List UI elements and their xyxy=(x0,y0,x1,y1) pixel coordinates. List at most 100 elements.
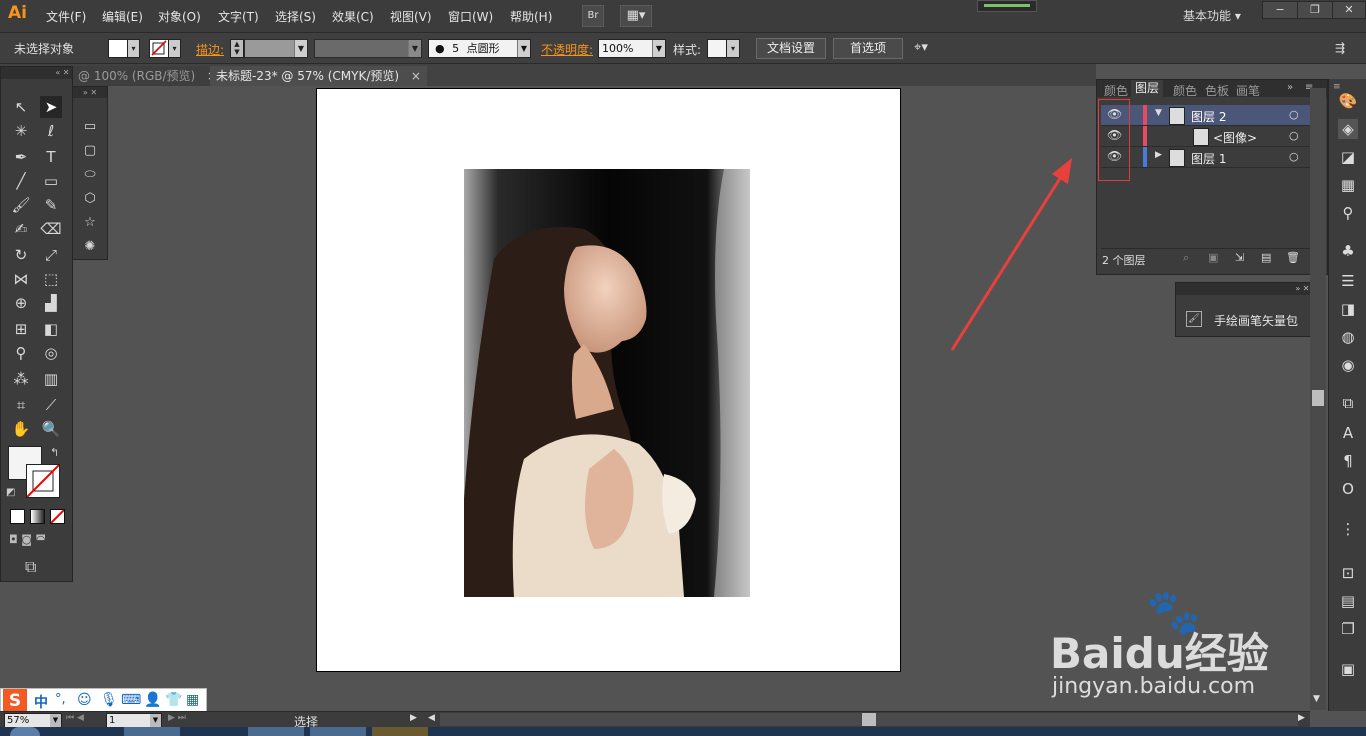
lasso-icon[interactable]: ℓ xyxy=(40,120,62,142)
toolbox-grid-icon[interactable]: ▦ xyxy=(186,692,199,708)
flare-icon[interactable]: ✺ xyxy=(79,236,101,258)
tab-swatches[interactable]: 色板 xyxy=(1205,82,1229,99)
menu-edit[interactable]: 编辑(E) xyxy=(102,8,143,25)
artboard-tool-icon[interactable]: ⌗ xyxy=(10,394,32,416)
paragraph-panel-icon[interactable]: ¶ xyxy=(1338,451,1358,471)
menu-window[interactable]: 窗口(W) xyxy=(448,8,493,25)
tab-brushes[interactable]: 画笔 xyxy=(1236,82,1260,99)
gradient-panel-icon[interactable]: ◨ xyxy=(1338,299,1358,319)
image-trace-icon[interactable]: ▣ xyxy=(1338,659,1358,679)
scroll-left-icon[interactable]: ◀ xyxy=(428,713,435,723)
stroke-swatch[interactable] xyxy=(149,39,169,58)
symbol-sprayer-icon[interactable]: ⁂ xyxy=(10,368,32,390)
color-guide-icon[interactable]: ◪ xyxy=(1338,147,1358,167)
fill-swatch[interactable] xyxy=(108,39,128,58)
paintbrush-icon[interactable]: 🖌 xyxy=(10,194,32,216)
layer-row[interactable]: 👁 ▶ 图层 1 ○ xyxy=(1101,147,1319,168)
stroke-dropdown-icon[interactable]: ▾ xyxy=(168,39,181,58)
user-icon[interactable]: 👤 xyxy=(144,692,161,708)
align-panel-icon[interactable]: ⋮ xyxy=(1338,519,1358,539)
tab-layers[interactable]: 图层 xyxy=(1131,80,1164,97)
none-mode-icon[interactable] xyxy=(50,509,65,524)
menu-type[interactable]: 文字(T) xyxy=(218,8,259,25)
ellipse-icon[interactable]: ⬭ xyxy=(79,164,101,186)
drawing-modes-icon[interactable]: ◘ ◙ ◚ xyxy=(9,533,65,547)
flyout-close-icon[interactable]: » ✕ xyxy=(73,87,107,98)
scrollbar-thumb[interactable] xyxy=(1312,390,1324,406)
placed-photo[interactable] xyxy=(464,169,750,597)
new-layer-icon[interactable]: ▤ xyxy=(1261,251,1271,264)
color-panel-icon[interactable]: 🎨 xyxy=(1338,91,1358,111)
shape-builder-icon[interactable]: ⊕ xyxy=(10,292,32,314)
artboards-panel-icon[interactable]: ▤ xyxy=(1338,591,1358,611)
perspective-grid-icon[interactable]: ▟ xyxy=(40,292,62,314)
page-field[interactable]: 1 ▼ xyxy=(106,713,162,728)
object-name[interactable]: <图像> xyxy=(1213,129,1257,146)
scroll-down-icon[interactable]: ▼ xyxy=(1313,694,1320,704)
delete-layer-icon[interactable]: 🗑 xyxy=(1286,251,1300,264)
brushes-panel-icon[interactable]: ⚲ xyxy=(1338,203,1358,223)
locate-object-icon[interactable]: ⌕ xyxy=(1183,251,1189,265)
polygon-icon[interactable]: ⬡ xyxy=(79,188,101,210)
clipping-mask-icon[interactable]: ▣ xyxy=(1208,251,1218,264)
opacity-label[interactable]: 不透明度: xyxy=(541,41,593,58)
ime-language[interactable]: 中 xyxy=(34,692,48,712)
rectangle-tool-icon[interactable]: ▭ xyxy=(40,170,62,192)
stroke-weight-dropdown[interactable]: ▼ xyxy=(244,39,308,58)
rotate-icon[interactable]: ↻ xyxy=(10,244,32,266)
character-panel-icon[interactable]: A xyxy=(1338,423,1358,443)
pencil-icon[interactable]: ✎ xyxy=(40,194,62,216)
tab-document-1[interactable]: @ 100% (RGB/预览) × xyxy=(72,66,224,86)
panel-collapse-icon[interactable]: « ✕ xyxy=(1,67,72,79)
layer-name[interactable]: 图层 1 xyxy=(1191,150,1226,167)
screen-mode-icon[interactable]: ⧉ xyxy=(25,557,36,577)
opentype-panel-icon[interactable]: O xyxy=(1338,479,1358,499)
fill-dropdown-icon[interactable]: ▾ xyxy=(127,39,140,58)
bridge-button[interactable]: Br xyxy=(582,5,604,27)
gradient-icon[interactable]: ◧ xyxy=(40,318,62,340)
opacity-field[interactable]: 100% ▼ xyxy=(598,39,666,58)
workspace-switcher[interactable]: 基本功能 ▾ xyxy=(1183,7,1241,24)
pathfinder-panel-icon[interactable]: ⊡ xyxy=(1338,563,1358,583)
selection-tool-icon[interactable]: ➤ xyxy=(40,96,62,118)
direct-selection-icon[interactable]: ↖ xyxy=(10,96,32,118)
menu-help[interactable]: 帮助(H) xyxy=(510,8,552,25)
status-menu-icon[interactable]: ▶ xyxy=(410,713,417,723)
vertical-scrollbar[interactable]: ▼ xyxy=(1310,88,1326,710)
color-mode-icon[interactable] xyxy=(10,509,25,524)
close-icon[interactable]: ✕ xyxy=(1332,1,1366,19)
menu-select[interactable]: 选择(S) xyxy=(275,8,316,25)
stroke-weight-stepper[interactable]: ▲ ▼ xyxy=(230,39,244,58)
taskbar-item[interactable] xyxy=(372,727,428,736)
horizontal-scrollbar[interactable] xyxy=(440,713,1298,726)
new-sublayer-icon[interactable]: ⇲ xyxy=(1235,251,1244,264)
taskbar-item[interactable] xyxy=(248,727,304,736)
swap-colors-icon[interactable]: ↰ xyxy=(50,446,59,459)
swatches-panel-icon[interactable]: ▦ xyxy=(1338,175,1358,195)
width-tool-icon[interactable]: ⋈ xyxy=(10,268,32,290)
scrollbar-thumb[interactable] xyxy=(862,713,876,726)
column-graph-icon[interactable]: ▥ xyxy=(40,368,62,390)
preferences-button[interactable]: 首选项 xyxy=(833,38,903,59)
brush-library-name[interactable]: 手绘画笔矢量包 xyxy=(1214,312,1298,329)
appearance-panel-icon[interactable]: ◉ xyxy=(1338,355,1358,375)
stroke-color-swatch[interactable] xyxy=(26,464,60,498)
magic-wand-icon[interactable]: ✳ xyxy=(10,120,32,142)
menu-effect[interactable]: 效果(C) xyxy=(332,8,374,25)
transparency-panel-icon[interactable]: ◍ xyxy=(1338,327,1358,347)
sogou-logo-icon[interactable]: S xyxy=(3,689,27,713)
tab-color[interactable]: 颜色 xyxy=(1104,82,1128,99)
transform-panel-icon[interactable]: ⧉ xyxy=(1338,393,1358,413)
menu-view[interactable]: 视图(V) xyxy=(390,8,432,25)
slice-tool-icon[interactable]: ⟋ xyxy=(40,394,62,416)
tab-color-guide[interactable]: 颜色 xyxy=(1173,82,1197,99)
taskbar-item[interactable] xyxy=(124,727,180,736)
default-colors-icon[interactable]: ◩ xyxy=(6,487,15,498)
rectangle-shape-icon[interactable]: ▭ xyxy=(79,116,101,138)
search-field[interactable] xyxy=(977,0,1037,12)
menu-file[interactable]: 文件(F) xyxy=(46,8,86,25)
style-swatch[interactable] xyxy=(707,39,727,58)
stroke-panel-icon[interactable]: ☰ xyxy=(1338,271,1358,291)
symbols-panel-icon[interactable]: ♣ xyxy=(1338,241,1358,261)
star-icon[interactable]: ☆ xyxy=(79,212,101,234)
